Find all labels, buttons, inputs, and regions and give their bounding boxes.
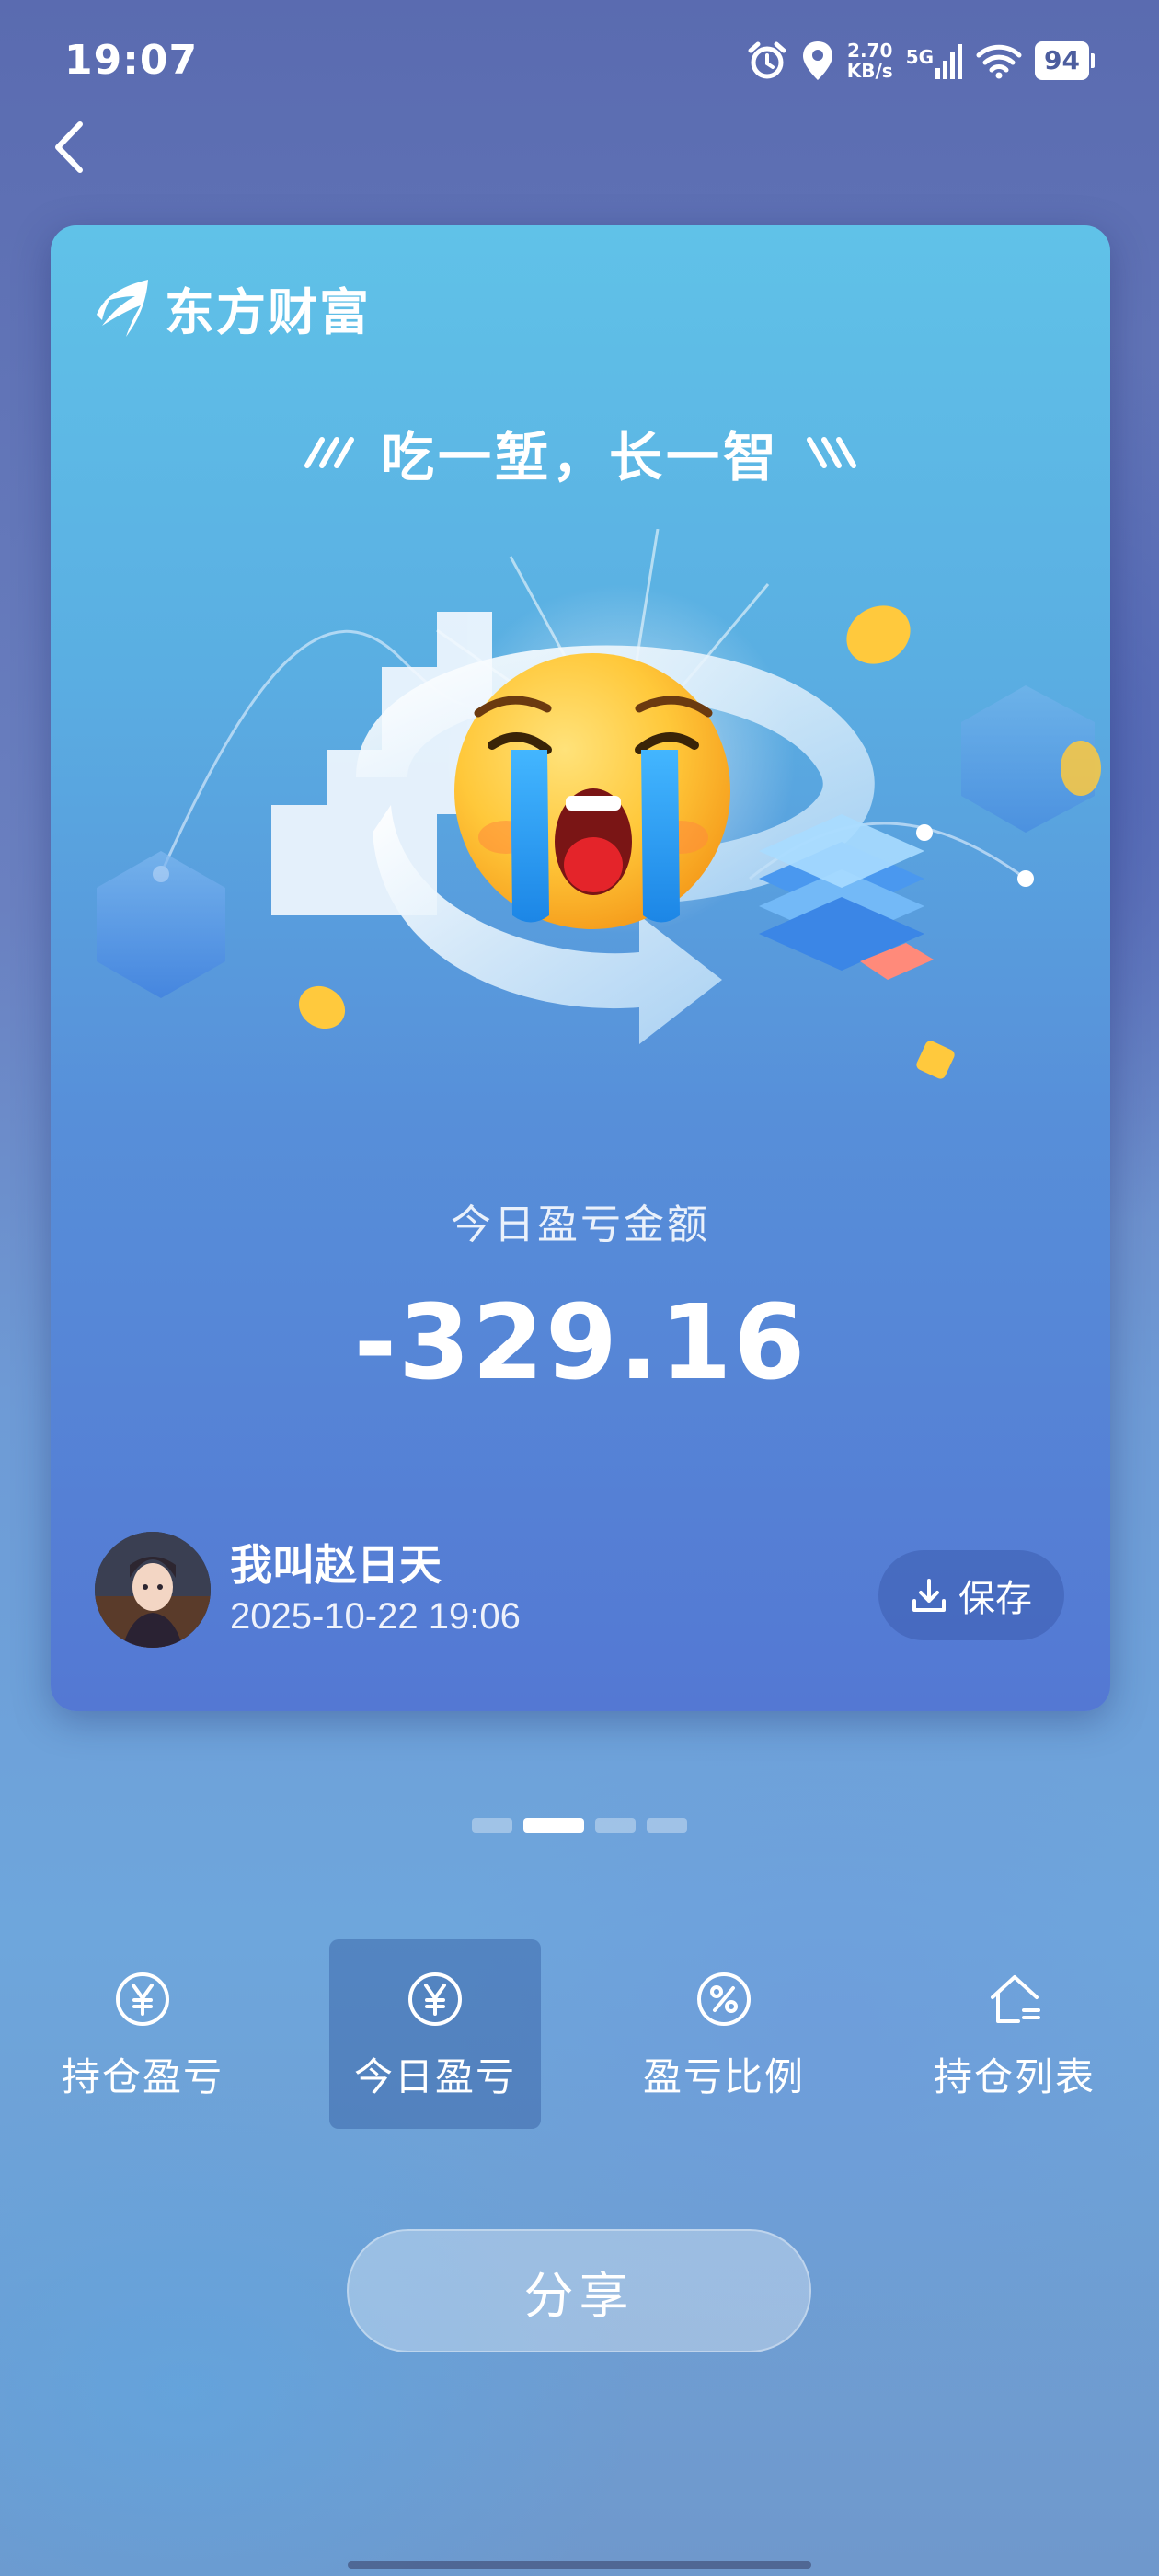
- page-dot[interactable]: [647, 1818, 687, 1833]
- signal-icon: 5G: [906, 42, 963, 79]
- brand-name: 东方财富: [165, 283, 371, 341]
- brand-logo-icon: [97, 279, 148, 337]
- share-button[interactable]: 分享: [347, 2229, 811, 2352]
- page-indicator: [0, 1818, 1159, 1833]
- home-list-icon: [991, 1975, 1040, 2023]
- chevron-left-icon: [55, 121, 83, 173]
- yen-icon: [116, 1972, 169, 2026]
- status-time: 19:07: [64, 37, 199, 84]
- battery-level: 94: [1035, 41, 1089, 80]
- status-bar: 19:07 2.70 KB/s 5G 94: [0, 0, 1159, 120]
- download-icon: [912, 1579, 946, 1612]
- share-timestamp: 2025-10-22 19:06: [230, 1596, 521, 1637]
- slash-deco-left-icon: [304, 437, 354, 468]
- save-button[interactable]: 保存: [878, 1550, 1064, 1640]
- template-tabs: 持仓盈亏 今日盈亏 盈亏比例 持仓列表: [0, 1939, 1159, 2129]
- tab-label: 持仓盈亏: [61, 2054, 224, 2099]
- tab-position-list[interactable]: 持仓列表: [909, 1939, 1120, 2129]
- status-icons: 2.70 KB/s 5G 94: [746, 35, 1095, 86]
- net-speed-unit: KB/s: [846, 60, 893, 82]
- tab-today-pnl[interactable]: 今日盈亏: [329, 1939, 541, 2129]
- share-card[interactable]: 东方财富 吃一堑，长一智 今日盈亏金额 -329.16 我叫赵日天 2025-1…: [51, 225, 1110, 1711]
- signal-label: 5G: [905, 46, 935, 68]
- page-dot[interactable]: [595, 1818, 636, 1833]
- brand: 东方财富: [95, 271, 371, 344]
- tab-label: 持仓列表: [933, 2054, 1096, 2099]
- pnl-value: -329.16: [353, 1283, 808, 1403]
- wifi-icon: [976, 44, 1022, 79]
- user-name: 我叫赵日天: [230, 1540, 442, 1590]
- location-icon: [802, 41, 832, 80]
- tab-pnl-ratio[interactable]: 盈亏比例: [618, 1939, 830, 2129]
- share-label: 分享: [523, 2266, 635, 2325]
- save-label: 保存: [958, 1578, 1032, 1620]
- yen-icon: [408, 1972, 462, 2026]
- net-speed-value: 2.70: [847, 40, 893, 62]
- tab-label: 盈亏比例: [642, 2054, 805, 2099]
- slash-deco-right-icon: [807, 437, 856, 468]
- percent-icon: [697, 1972, 751, 2026]
- slogan: 吃一堑，长一智: [51, 414, 1110, 491]
- alarm-icon: [748, 41, 786, 79]
- page-dot[interactable]: [472, 1818, 512, 1833]
- battery-icon: 94: [1035, 41, 1095, 80]
- tab-label: 今日盈亏: [353, 2054, 516, 2099]
- avatar: [95, 1532, 211, 1648]
- home-indicator[interactable]: [348, 2561, 811, 2569]
- net-speed: 2.70 KB/s: [847, 40, 893, 81]
- pnl-label: 今日盈亏金额: [451, 1202, 710, 1248]
- tab-position-pnl[interactable]: 持仓盈亏: [37, 1939, 248, 2129]
- page-dot-active[interactable]: [523, 1818, 584, 1833]
- back-button[interactable]: [37, 110, 101, 184]
- slogan-text: 吃一堑，长一智: [380, 426, 780, 489]
